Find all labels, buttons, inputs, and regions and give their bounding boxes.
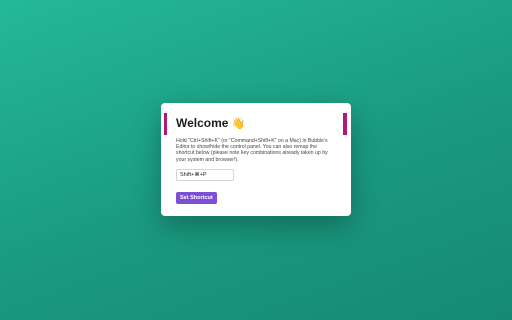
right-edge-accent (343, 113, 347, 135)
welcome-modal: Welcome 👋 Hold "Ctrl+Shift+K" (or "Comma… (167, 107, 343, 210)
set-shortcut-button[interactable]: Set Shortcut (176, 191, 217, 204)
modal-title-text: Welcome (176, 116, 229, 130)
modal-title: Welcome 👋 (176, 116, 334, 132)
waving-hand-icon: 👋 (231, 118, 246, 130)
shortcut-input[interactable]: Shift+⌘+P (176, 168, 234, 181)
modal-description: Hold "Ctrl+Shift+K" (or "Command+Shift+K… (176, 138, 328, 163)
